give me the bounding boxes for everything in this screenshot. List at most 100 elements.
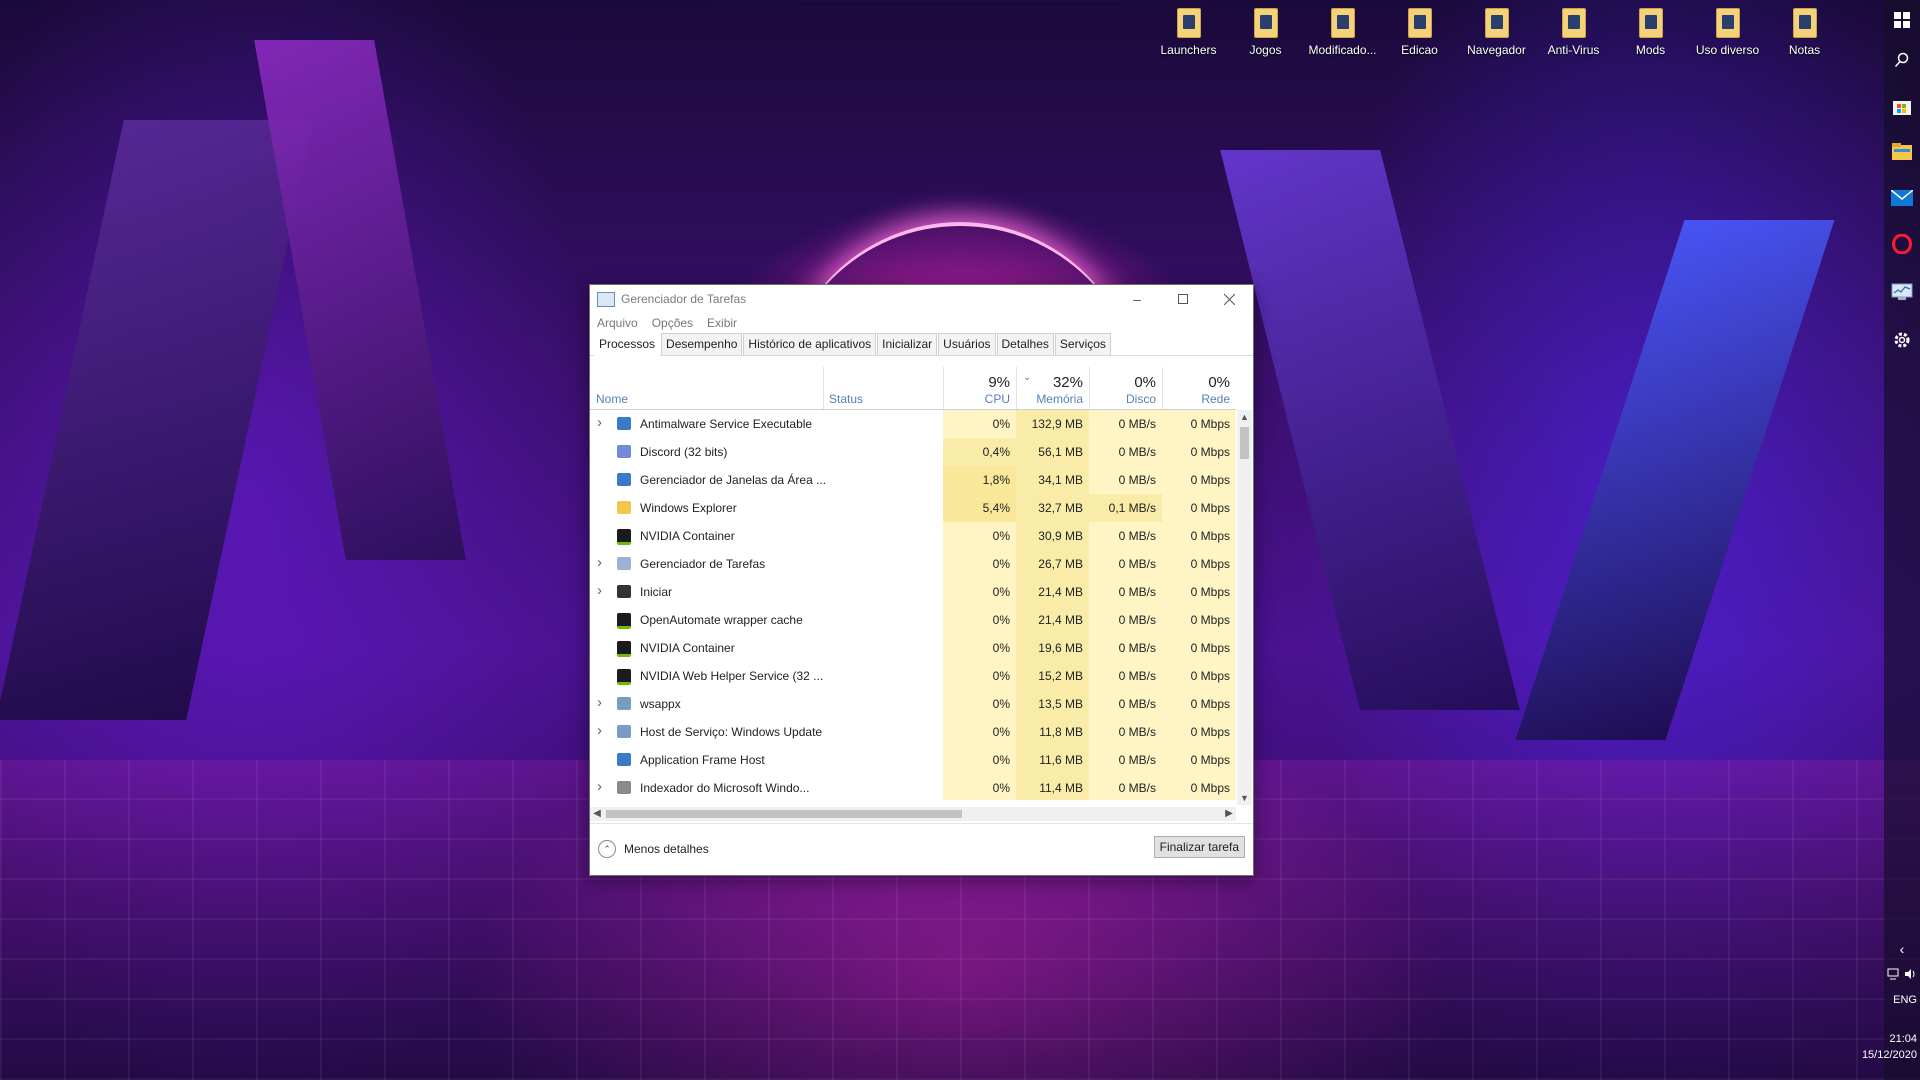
chevron-right-icon[interactable]: › [597,694,602,711]
task-manager-window: Gerenciador de Tarefas – Arquivo Opções … [589,284,1254,876]
column-disk[interactable]: 0% Disco [1089,367,1162,409]
desktop-icon[interactable]: Notas [1766,8,1843,57]
process-name: Application Frame Host [640,753,765,767]
clock-date[interactable]: 15/12/2020 [1862,1048,1917,1062]
folder-badge-icon [1490,15,1503,29]
disk-cell: 0 MB/s [1089,690,1162,718]
process-name: Discord (32 bits) [640,445,728,459]
file-explorer-icon[interactable] [1884,136,1920,168]
table-row[interactable]: › Antimalware Service Executable 0% 132,9 M… [590,410,1236,438]
memory-cell: 11,6 MB [1016,746,1089,774]
desktop-icon-label: Jogos [1249,43,1282,57]
tab-processos[interactable]: Processos [594,333,661,356]
table-row[interactable]: NVIDIA Container 0% 30,9 MB 0 MB/s 0 Mbps [590,522,1236,550]
scroll-down-icon[interactable]: ▼ [1237,793,1252,803]
table-row[interactable]: Windows Explorer 5,4% 32,7 MB 0,1 MB/s 0 Mbp… [590,494,1236,522]
mail-icon[interactable] [1884,182,1920,214]
tab-desempenho[interactable]: Desempenho [661,333,743,355]
column-memory[interactable]: ⌄ 32% Memória [1016,367,1089,409]
desktop-icon[interactable]: Mods [1612,8,1689,57]
maximize-button[interactable] [1160,285,1206,313]
folder-badge-icon [1798,15,1811,29]
windows-start-icon[interactable] [1884,4,1920,36]
scroll-thumb[interactable] [1240,427,1249,459]
clock-time[interactable]: 21:04 [1889,1032,1917,1046]
less-details-label: Menos detalhes [624,842,709,856]
table-row[interactable]: OpenAutomate wrapper cache 0% 21,4 MB 0 MB/… [590,606,1236,634]
column-name[interactable]: Nome [590,367,823,409]
disk-cell: 0 MB/s [1089,606,1162,634]
table-row[interactable]: NVIDIA Web Helper Service (32 ... 0% 15,2 … [590,662,1236,690]
desktop-icon[interactable]: Navegador [1458,8,1535,57]
table-row[interactable]: Discord (32 bits) 0,4% 56,1 MB 0 MB/s 0 Mbps [590,438,1236,466]
menu-arquivo[interactable]: Arquivo [597,316,638,330]
close-button[interactable] [1206,285,1252,313]
disk-cell: 0 MB/s [1089,522,1162,550]
memory-cell: 21,4 MB [1016,606,1089,634]
menu-exibir[interactable]: Exibir [707,316,737,330]
folder-badge-icon [1644,15,1657,29]
chevron-right-icon[interactable]: › [597,778,602,795]
minimize-button[interactable]: – [1114,285,1160,313]
column-cpu[interactable]: 9% CPU [943,367,1016,409]
language-indicator[interactable]: ENG [1893,993,1917,1007]
process-name: NVIDIA Container [640,529,735,543]
chevron-right-icon[interactable]: › [597,582,602,599]
task-manager-icon[interactable] [1884,276,1920,308]
tab-historico-de-aplicativos[interactable]: Histórico de aplicativos [743,333,877,355]
tab-usuarios[interactable]: Usuários [938,333,996,355]
table-row[interactable]: Gerenciador de Janelas da Área ... 1,8% 34… [590,466,1236,494]
memory-cell: 11,4 MB [1016,774,1089,800]
opera-icon[interactable] [1884,228,1920,260]
table-row[interactable]: › Gerenciador de Tarefas 0% 26,7 MB 0 MB/s 0 … [590,550,1236,578]
desktop-icon[interactable]: Modificado... [1304,8,1381,57]
scroll-up-icon[interactable]: ▲ [1237,412,1252,422]
tab-inicializar[interactable]: Inicializar [877,333,938,355]
memory-total-percent: 32% [1052,374,1083,391]
process-name: Antimalware Service Executable [640,417,813,431]
table-row[interactable]: NVIDIA Container 0% 19,6 MB 0 MB/s 0 Mbps [590,634,1236,662]
table-row[interactable]: › Indexador do Microsoft Windo... 0% 11,4 M… [590,774,1236,800]
chevron-right-icon[interactable]: › [597,722,602,739]
table-row[interactable]: › Iniciar 0% 21,4 MB 0 MB/s 0 Mbps [590,578,1236,606]
desktop-icon[interactable]: Uso diverso [1689,8,1766,57]
title-bar[interactable]: Gerenciador de Tarefas – [590,285,1253,313]
menu-opcoes[interactable]: Opções [652,316,693,330]
less-details-toggle[interactable]: ⌃ Menos detalhes [598,840,709,858]
scroll-left-icon[interactable]: ◀ [590,807,604,821]
folder-badge-icon [1721,15,1734,29]
table-row[interactable]: › Host de Serviço: Windows Update 0% 11,8 M… [590,718,1236,746]
memory-cell: 11,8 MB [1016,718,1089,746]
memory-cell: 132,9 MB [1016,410,1089,438]
disk-cell: 0 MB/s [1089,746,1162,774]
scroll-right-icon[interactable]: ▶ [1222,807,1236,821]
table-row[interactable]: Application Frame Host 0% 11,6 MB 0 MB/s 0 M… [590,746,1236,774]
vertical-scrollbar[interactable]: ▲ ▼ [1237,410,1252,805]
process-rows: › Antimalware Service Executable 0% 132,9 M… [590,410,1236,800]
search-icon[interactable] [1884,44,1920,76]
network-volume-icon[interactable] [1884,958,1920,990]
column-network[interactable]: 0% Rede [1162,367,1236,409]
process-name: OpenAutomate wrapper cache [640,613,803,627]
horizontal-scrollbar[interactable]: ◀ ▶ [590,807,1236,821]
chevron-right-icon[interactable]: › [597,414,602,431]
tab-detalhes[interactable]: Detalhes [996,333,1054,355]
desktop-icon[interactable]: Edicao [1381,8,1458,57]
menu-bar: Arquivo Opções Exibir [590,313,1253,333]
desktop-icon[interactable]: Anti-Virus [1535,8,1612,57]
settings-icon[interactable] [1884,324,1920,356]
desktop-icon[interactable]: Launchers [1150,8,1227,57]
desktop-icons: Launchers Jogos Modificado... Edicao Navegad… [1150,8,1843,57]
column-status[interactable]: Status [823,367,943,409]
network-cell: 0 Mbps [1162,550,1236,578]
tab-servicos[interactable]: Serviços [1054,333,1111,355]
store-icon[interactable] [1884,90,1920,122]
chevron-right-icon[interactable]: › [597,554,602,571]
network-cell: 0 Mbps [1162,690,1236,718]
desktop-icon[interactable]: Jogos [1227,8,1304,57]
scroll-thumb[interactable] [606,810,962,818]
end-task-button[interactable]: Finalizar tarefa [1153,836,1245,858]
folder-icon [617,501,631,514]
cpu-cell: 0% [943,690,1016,718]
table-row[interactable]: › wsappx 0% 13,5 MB 0 MB/s 0 Mbps [590,690,1236,718]
